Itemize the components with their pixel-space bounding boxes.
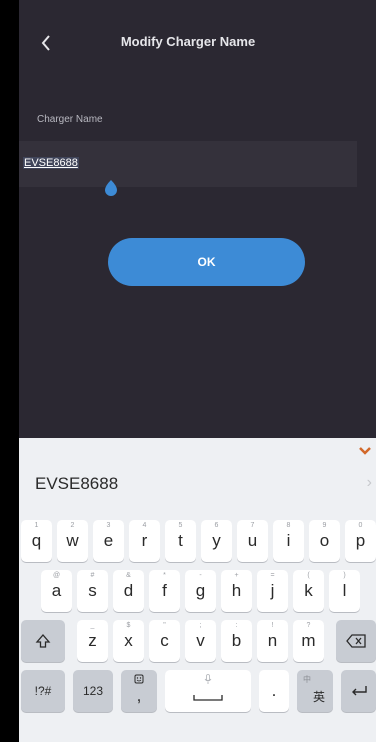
key-x[interactable]: $ x <box>113 620 144 662</box>
space-icon <box>193 695 223 701</box>
shift-key[interactable] <box>21 620 65 662</box>
suggestion-expand-icon[interactable]: › <box>367 474 372 492</box>
key-o[interactable]: 9o <box>309 520 340 562</box>
key-m[interactable]: ? m <box>293 620 324 662</box>
key-i[interactable]: 8i <box>273 520 304 562</box>
symbols-key[interactable]: !?# <box>21 670 65 712</box>
page-title: Modify Charger Name <box>120 34 256 49</box>
key-p[interactable]: 0p <box>345 520 376 562</box>
backspace-icon <box>346 634 366 648</box>
key-h[interactable]: + h <box>221 570 252 612</box>
key-f[interactable]: * f <box>149 570 180 612</box>
phone-screen: Modify Charger Name Charger Name EVSE868… <box>0 0 376 742</box>
key-l[interactable]: ) l <box>329 570 360 612</box>
key-v[interactable]: ; v <box>185 620 216 662</box>
key-g[interactable]: -g <box>185 570 216 612</box>
text-cursor-handle-icon[interactable] <box>101 178 121 198</box>
ok-button[interactable]: OK <box>108 238 305 286</box>
key-r[interactable]: 4r <box>129 520 160 562</box>
comma-key[interactable]: , <box>121 670 157 712</box>
key-w[interactable]: 2w <box>57 520 88 562</box>
key-e[interactable]: 3e <box>93 520 124 562</box>
keyboard-collapse-icon[interactable] <box>358 446 372 456</box>
key-z[interactable]: _ z <box>77 620 108 662</box>
keyboard: EVSE8688 › 1q 2w 3e 4r 5t 6y 7u 8i 9o 0p… <box>19 438 376 742</box>
key-k[interactable]: (k <box>293 570 324 612</box>
key-t[interactable]: 5t <box>165 520 196 562</box>
key-n[interactable]: ! n <box>257 620 288 662</box>
charger-name-label: Charger Name <box>37 114 103 125</box>
key-c[interactable]: " c <box>149 620 180 662</box>
language-label: 英 <box>312 689 325 704</box>
key-j[interactable]: = j <box>257 570 288 612</box>
key-a[interactable]: @ a <box>41 570 72 612</box>
language-hint: 中 <box>303 675 311 684</box>
key-s[interactable]: # s <box>77 570 108 612</box>
charger-name-value: EVSE8688 <box>23 157 79 169</box>
key-u[interactable]: 7u <box>237 520 268 562</box>
enter-key[interactable] <box>341 670 376 712</box>
suggestion-word[interactable]: EVSE8688 <box>35 474 118 494</box>
backspace-key[interactable] <box>336 620 376 662</box>
key-q[interactable]: 1q <box>21 520 52 562</box>
charger-name-input[interactable]: EVSE8688 <box>19 141 357 187</box>
app-screen: Modify Charger Name Charger Name EVSE868… <box>19 0 376 438</box>
key-d[interactable]: & d <box>113 570 144 612</box>
key-y[interactable]: 6y <box>201 520 232 562</box>
enter-icon <box>351 686 367 696</box>
language-key[interactable]: 中 英 <box>297 670 333 712</box>
shift-icon <box>35 634 51 648</box>
microphone-icon <box>204 674 212 684</box>
space-key[interactable] <box>165 670 251 712</box>
emoji-icon <box>134 674 144 684</box>
period-key[interactable]: . <box>259 670 289 712</box>
key-b[interactable]: :b <box>221 620 252 662</box>
numbers-key[interactable]: 123 <box>73 670 113 712</box>
